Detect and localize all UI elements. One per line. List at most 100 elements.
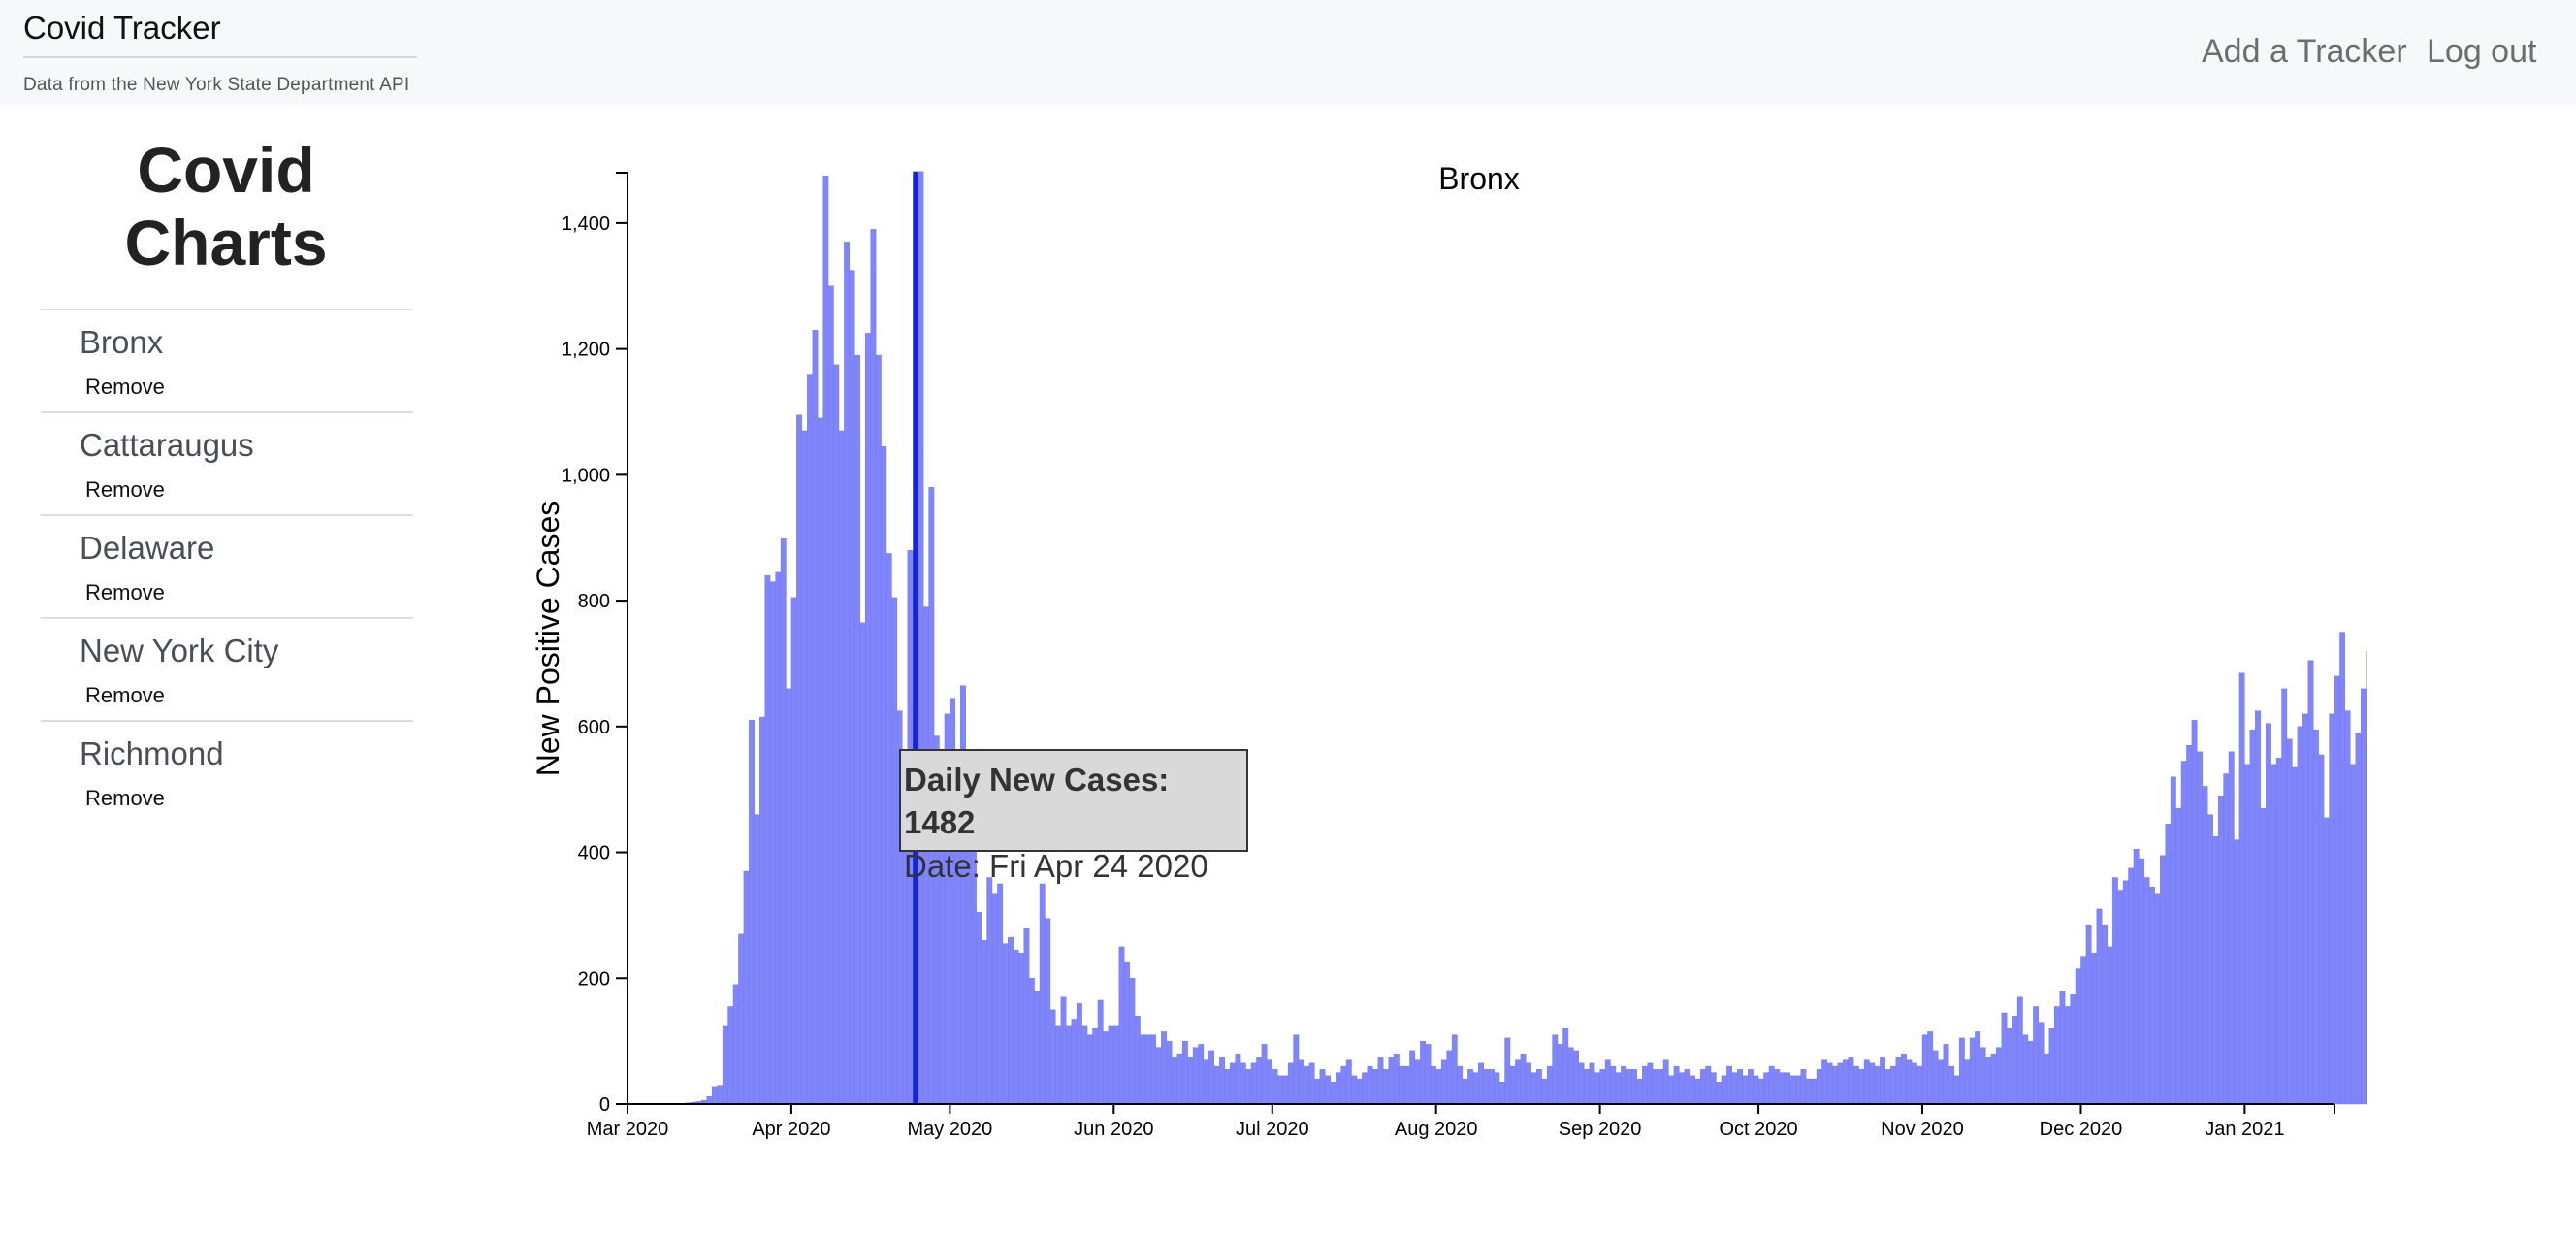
bar[interactable]: [775, 571, 782, 1105]
bar[interactable]: [727, 1006, 734, 1105]
bar[interactable]: [1140, 1034, 1146, 1105]
bar[interactable]: [2207, 814, 2213, 1105]
bar[interactable]: [1805, 1078, 1812, 1105]
bar[interactable]: [1890, 1065, 1896, 1105]
bar[interactable]: [2180, 761, 2187, 1105]
bar[interactable]: [1811, 1078, 1818, 1105]
tracker-name[interactable]: Bronx: [80, 324, 163, 361]
bar[interactable]: [1816, 1069, 1822, 1105]
bar[interactable]: [2149, 887, 2155, 1105]
bar[interactable]: [1699, 1069, 1706, 1105]
bar[interactable]: [1287, 1062, 1294, 1105]
bar[interactable]: [2234, 839, 2240, 1105]
bar[interactable]: [1610, 1065, 1617, 1105]
bar[interactable]: [1203, 1059, 1209, 1105]
bar[interactable]: [2339, 632, 2346, 1105]
bar[interactable]: [1953, 1075, 1960, 1105]
bar[interactable]: [2165, 824, 2172, 1105]
tracker-name[interactable]: New York City: [80, 633, 278, 669]
bar[interactable]: [2260, 807, 2267, 1105]
bar[interactable]: [817, 417, 823, 1105]
bar[interactable]: [2292, 766, 2299, 1105]
bar[interactable]: [1658, 1069, 1664, 1105]
bar[interactable]: [2139, 858, 2145, 1105]
bar[interactable]: [1837, 1062, 1844, 1105]
bar[interactable]: [1705, 1065, 1712, 1105]
bar[interactable]: [759, 716, 765, 1105]
bar[interactable]: [2355, 733, 2362, 1105]
bar[interactable]: [2107, 946, 2113, 1105]
bar[interactable]: [1710, 1072, 1717, 1105]
bar[interactable]: [2186, 745, 2193, 1105]
bar[interactable]: [1530, 1072, 1537, 1105]
bar[interactable]: [1515, 1059, 1522, 1105]
bar[interactable]: [1626, 1069, 1632, 1105]
bar[interactable]: [780, 538, 787, 1105]
bar[interactable]: [827, 285, 834, 1105]
bar[interactable]: [1843, 1059, 1849, 1105]
bar[interactable]: [2313, 729, 2319, 1105]
bar[interactable]: [1880, 1057, 1886, 1105]
bar[interactable]: [891, 597, 898, 1105]
daily-cases-chart[interactable]: 0 200 400 600 800 1,000 1,200 1,400 Mar 2020 Apr…: [524, 146, 2367, 1155]
bar[interactable]: [1520, 1053, 1527, 1105]
bar[interactable]: [749, 720, 755, 1105]
bar[interactable]: [769, 581, 776, 1105]
bar[interactable]: [1229, 1062, 1236, 1105]
bar[interactable]: [1990, 1053, 1997, 1105]
bar[interactable]: [2117, 890, 2124, 1105]
bar[interactable]: [2197, 751, 2203, 1105]
tracker-name[interactable]: Richmond: [80, 735, 224, 772]
bar[interactable]: [2270, 764, 2277, 1105]
bar[interactable]: [1362, 1072, 1368, 1105]
bar[interactable]: [1938, 1059, 1944, 1105]
bar[interactable]: [1679, 1072, 1685, 1105]
bar[interactable]: [1789, 1075, 1796, 1105]
bar[interactable]: [859, 622, 866, 1105]
bar[interactable]: [2170, 776, 2176, 1105]
bar[interactable]: [2350, 764, 2356, 1105]
bar[interactable]: [2191, 720, 2198, 1105]
bar[interactable]: [1636, 1078, 1643, 1105]
bar[interactable]: [1584, 1069, 1590, 1105]
bar[interactable]: [2334, 675, 2340, 1105]
bar[interactable]: [997, 883, 1004, 1105]
bar[interactable]: [1785, 1072, 1790, 1105]
bar[interactable]: [1690, 1075, 1695, 1105]
bar[interactable]: [1414, 1059, 1421, 1105]
bar[interactable]: [2228, 751, 2235, 1105]
remove-button[interactable]: Remove: [85, 683, 165, 708]
bar[interactable]: [991, 893, 998, 1105]
bar[interactable]: [1858, 1069, 1865, 1105]
bar[interactable]: [1726, 1065, 1733, 1105]
bar[interactable]: [738, 933, 745, 1105]
bar[interactable]: [1431, 1065, 1436, 1105]
tracker-name[interactable]: Delaware: [80, 530, 214, 567]
bar[interactable]: [854, 354, 860, 1105]
bar[interactable]: [1097, 999, 1104, 1105]
bar[interactable]: [1076, 1003, 1082, 1105]
bar[interactable]: [1060, 996, 1067, 1105]
bar[interactable]: [1103, 1031, 1110, 1105]
bar[interactable]: [1763, 1072, 1770, 1105]
bar[interactable]: [1219, 1057, 1225, 1105]
bar[interactable]: [1261, 1044, 1268, 1105]
bar[interactable]: [2102, 924, 2108, 1105]
bar[interactable]: [2223, 773, 2230, 1105]
bar[interactable]: [2302, 713, 2308, 1105]
bar[interactable]: [1948, 1065, 1954, 1105]
bar[interactable]: [1181, 1040, 1188, 1105]
app-title[interactable]: Covid Tracker: [23, 10, 221, 47]
bar[interactable]: [1483, 1069, 1490, 1105]
bar[interactable]: [2255, 710, 2261, 1105]
bar[interactable]: [1848, 1057, 1854, 1105]
bar[interactable]: [2318, 754, 2325, 1105]
bar[interactable]: [2091, 953, 2097, 1105]
bar[interactable]: [1911, 1062, 1917, 1105]
bar[interactable]: [870, 229, 877, 1105]
bar[interactable]: [1420, 1040, 1426, 1105]
bar[interactable]: [2122, 880, 2129, 1105]
bar[interactable]: [1932, 1050, 1939, 1105]
bar[interactable]: [1774, 1069, 1781, 1105]
bar[interactable]: [764, 574, 771, 1105]
